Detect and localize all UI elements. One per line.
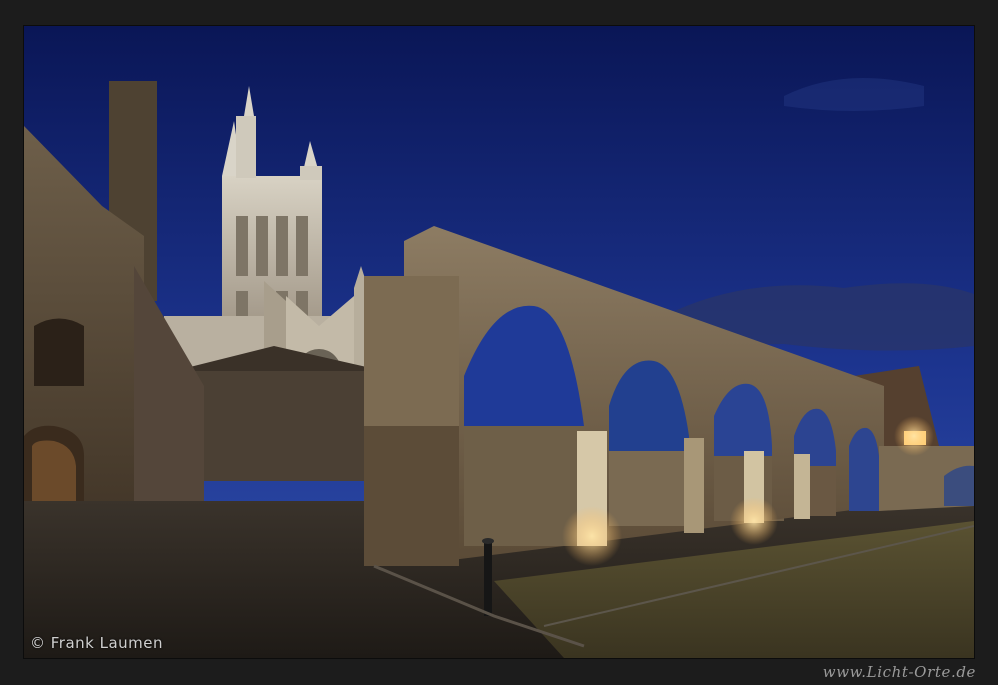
night-cathedral-photo: [24, 26, 974, 658]
website-watermark[interactable]: www.Licht-Orte.de: [823, 663, 976, 681]
lit-column: [794, 454, 810, 519]
floodlight-glow: [562, 506, 622, 566]
scene-illustration: [24, 26, 974, 658]
photo-credit: © Frank Laumen: [30, 634, 164, 652]
lantern: [894, 416, 934, 456]
lit-column: [684, 438, 704, 533]
floodlight-glow: [730, 497, 778, 545]
